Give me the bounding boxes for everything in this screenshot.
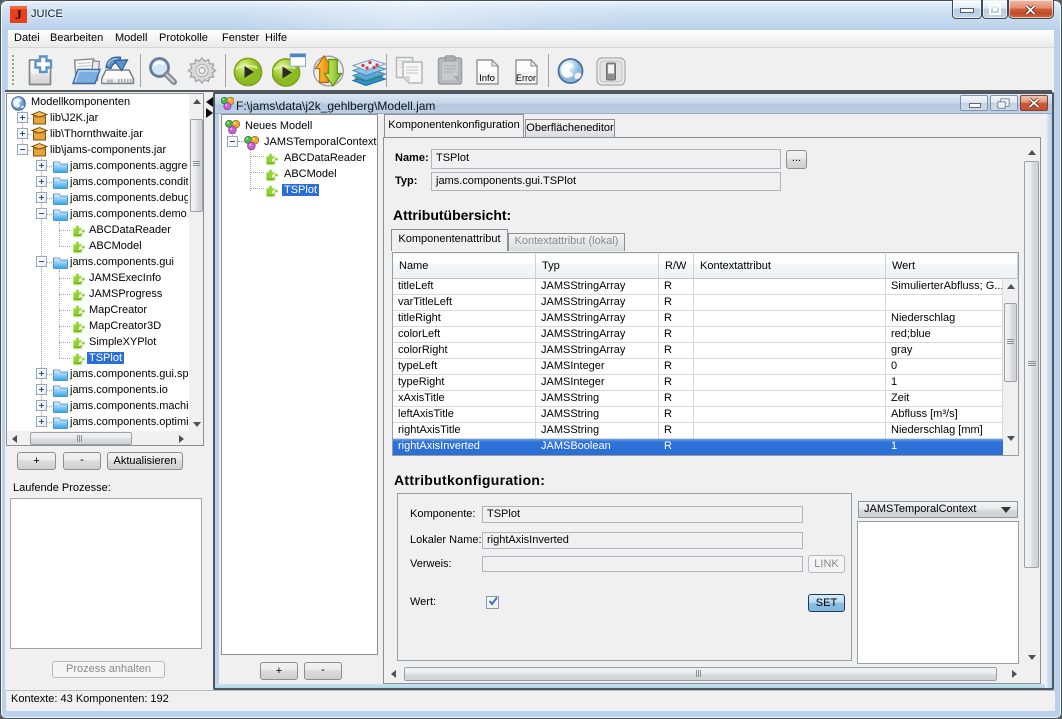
- svg-text:Info: Info: [479, 73, 495, 84]
- svg-text:Error: Error: [516, 73, 536, 83]
